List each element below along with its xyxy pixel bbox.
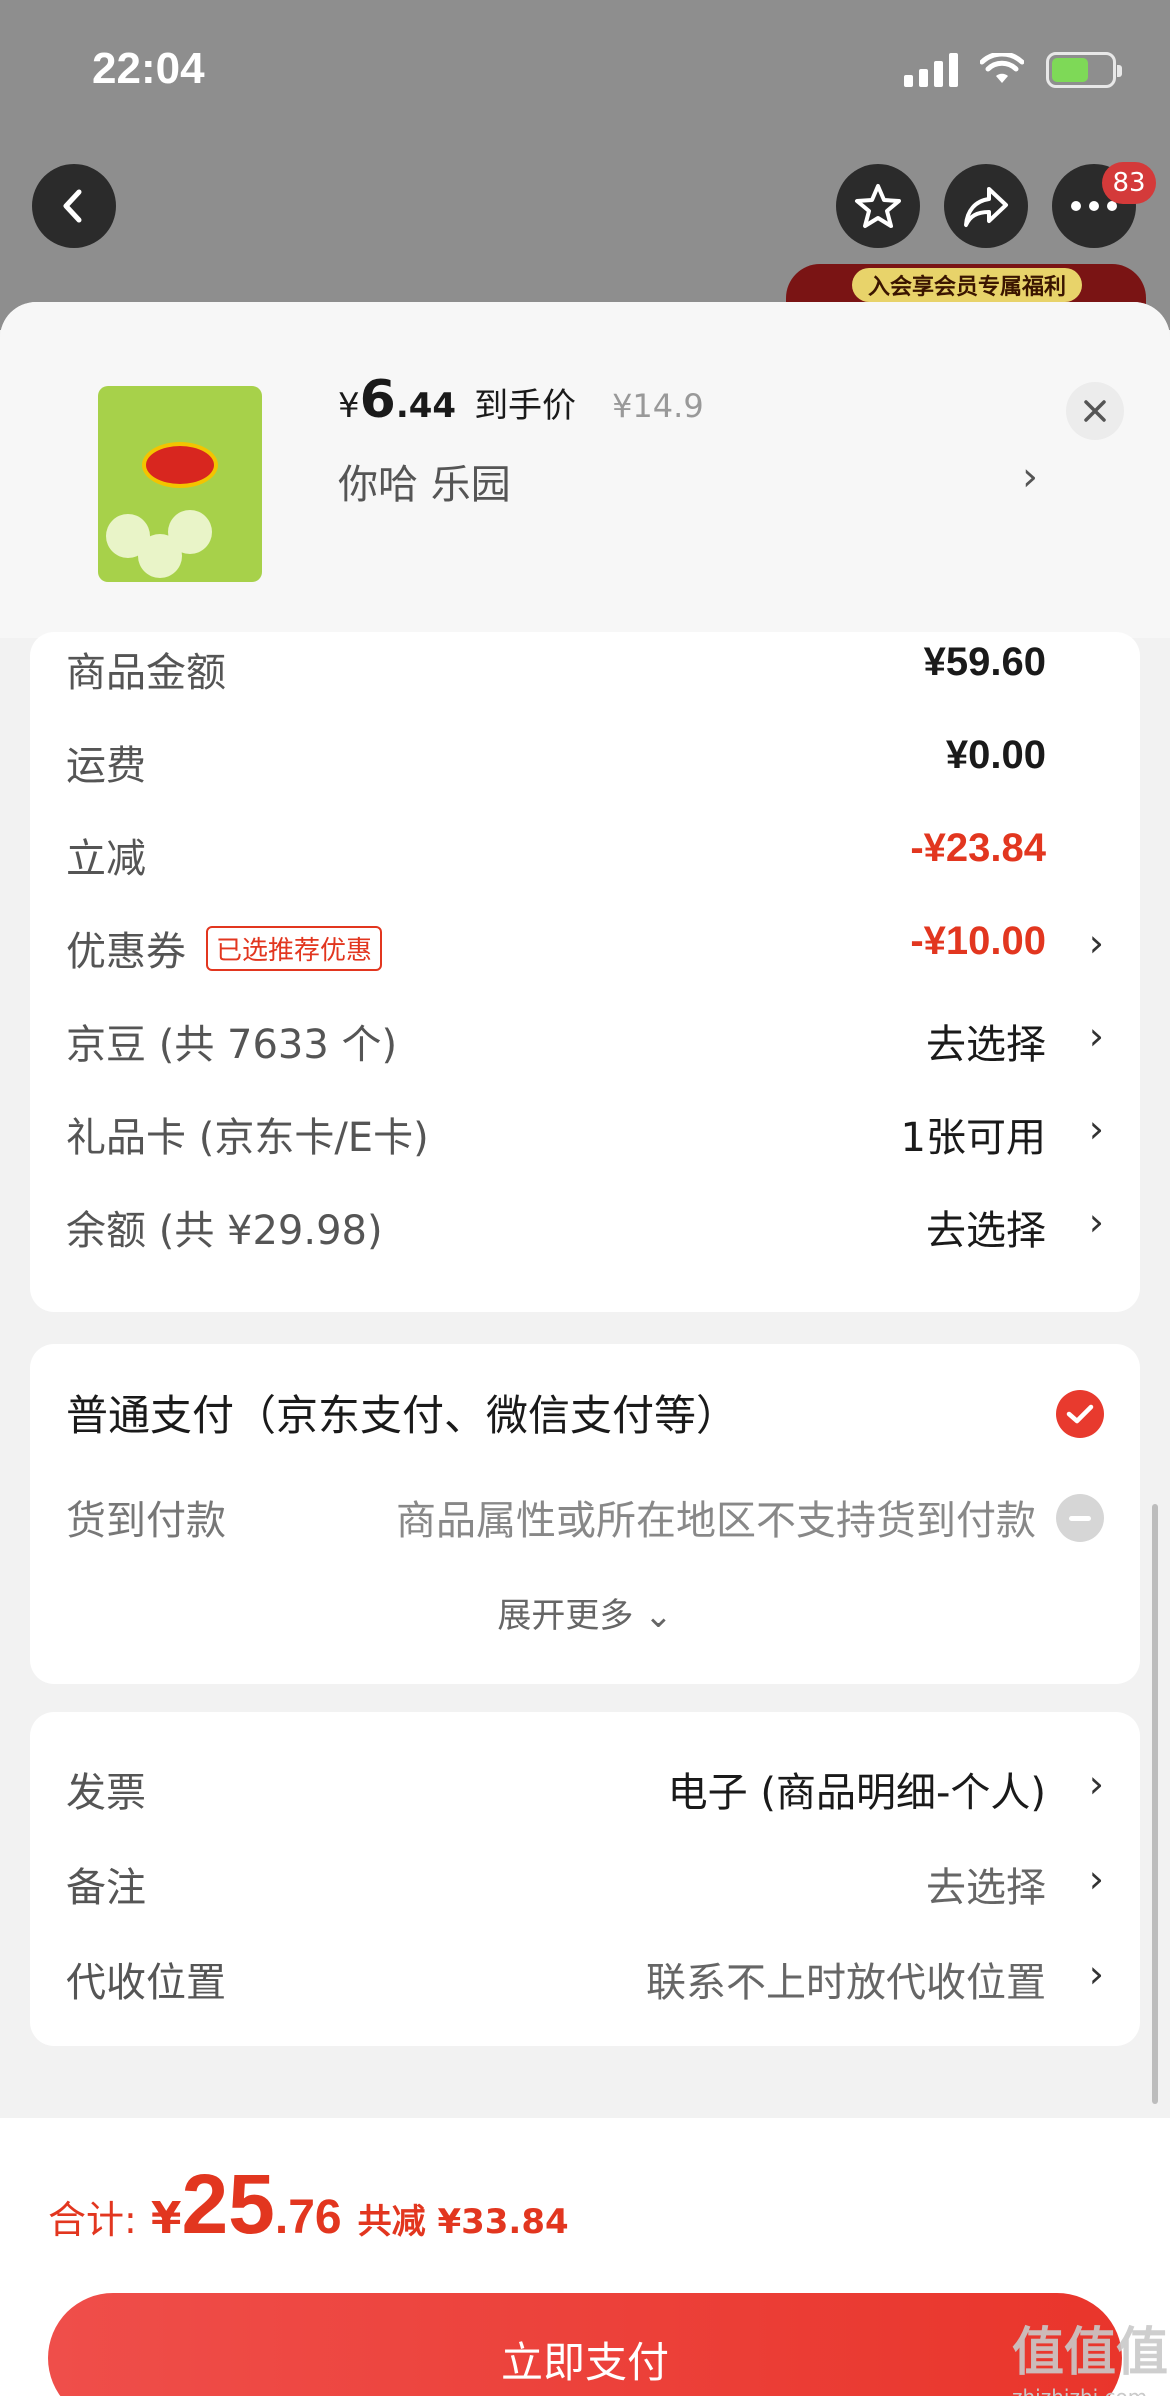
row-goods-amount: 商品金额 ¥59.60 (30, 632, 1140, 702)
amount-summary-card: 商品金额 ¥59.60 运费 ¥0.00 立减 -¥23.84 优惠券 已选推荐优… (30, 632, 1140, 1312)
share-button[interactable] (944, 164, 1028, 248)
order-total: 合计: ¥ 25 .76 共减 ¥33.84 (48, 2156, 569, 2253)
row-label: 礼品卡 (京东卡/E卡) (66, 1115, 429, 1161)
payment-option-normal[interactable]: 普通支付（京东支付、微信支付等） (66, 1382, 738, 1443)
row-value: 联系不上时放代收位置 (646, 1960, 1046, 2006)
chevron-right-icon: › (1088, 1762, 1104, 1806)
chevron-left-icon (63, 189, 82, 223)
price-decimal: .44 (395, 386, 457, 426)
favorite-button[interactable] (836, 164, 920, 248)
back-button[interactable] (32, 164, 116, 248)
price-symbol: ¥ (338, 386, 360, 426)
row-shipping: 运费 ¥0.00 (30, 725, 1140, 795)
watermark-site: zhizhizhi.com (1012, 2385, 1168, 2396)
close-button[interactable] (1066, 382, 1124, 440)
price-integer: 6 (359, 370, 396, 430)
disabled-icon (1056, 1494, 1104, 1542)
coupon-label: 优惠券 (66, 929, 186, 975)
row-value: 去选择 (926, 1208, 1046, 1254)
total-integer: 25 (181, 2157, 275, 2251)
close-icon (1084, 400, 1106, 422)
wifi-icon (980, 53, 1024, 83)
original-price: ¥14.9 (612, 387, 704, 425)
row-label: 备注 (66, 1865, 146, 1911)
order-extras-card: 发票 电子 (商品明细-个人) › 备注 去选择 › 代收位置 联系不上时放代收… (30, 1712, 1140, 2046)
watermark-logo: 值值值 (1012, 2323, 1169, 2383)
signal-icon (904, 53, 958, 87)
row-invoice[interactable]: 发票 电子 (商品明细-个人) › (30, 1752, 1140, 1822)
row-value: -¥23.84 (910, 826, 1046, 870)
payment-option-cod: 货到付款 (66, 1498, 226, 1544)
checkout-footer: 合计: ¥ 25 .76 共减 ¥33.84 立即支付 (0, 2118, 1170, 2396)
row-value: ¥0.00 (945, 733, 1046, 777)
row-proxy-location[interactable]: 代收位置 联系不上时放代收位置 › (30, 1942, 1140, 2012)
total-symbol: ¥ (150, 2193, 182, 2244)
chevron-right-icon: › (1088, 1200, 1104, 1244)
row-remark[interactable]: 备注 去选择 › (30, 1847, 1140, 1917)
member-banner-text: 入会享会员专属福利 (852, 268, 1082, 302)
share-icon (964, 187, 1008, 227)
brand-logo (142, 442, 218, 488)
chevron-right-icon: › (1088, 921, 1104, 965)
row-value: ¥59.60 (923, 640, 1046, 684)
chevron-right-icon: › (1088, 1107, 1104, 1151)
total-label: 合计: (48, 2198, 137, 2242)
status-icons (904, 52, 1122, 88)
row-label: 立减 (66, 836, 146, 882)
total-decimal: .76 (274, 2191, 342, 2244)
row-balance[interactable]: 余额 (共 ¥29.98) 去选择 › (30, 1190, 1140, 1260)
row-coupon[interactable]: 优惠券 已选推荐优惠 -¥10.00 › (30, 911, 1140, 981)
pay-now-button[interactable]: 立即支付 (48, 2293, 1122, 2396)
row-label: 发票 (66, 1770, 146, 1816)
spec-chevron-icon[interactable]: › (1022, 454, 1038, 500)
cod-unavailable-note: 商品属性或所在地区不支持货到付款 (396, 1498, 1036, 1544)
checkmark-icon[interactable] (1056, 1390, 1104, 1438)
status-time: 22:04 (92, 44, 205, 93)
row-label: 余额 (共 ¥29.98) (66, 1208, 383, 1254)
row-label: 商品金额 (66, 650, 226, 696)
product-spec[interactable]: 你哈 乐园 (338, 452, 511, 510)
coupon-selected-tag: 已选推荐优惠 (206, 925, 383, 971)
row-value: 1张可用 (900, 1115, 1046, 1161)
row-label: 京豆 (共 7633 个) (66, 1022, 398, 1068)
row-value: -¥10.00 (910, 919, 1046, 963)
row-value: 去选择 (926, 1865, 1046, 1911)
status-bar: 22:04 (0, 0, 1170, 150)
row-gift-card[interactable]: 礼品卡 (京东卡/E卡) 1张可用 › (30, 1097, 1140, 1167)
checkout-sheet: ¥ 6 .44 到手价 ¥14.9 你哈 乐园 › 商品金额 ¥59.60 运费… (0, 302, 1170, 2396)
scrollbar[interactable] (1152, 1504, 1158, 2104)
row-value: 电子 (商品明细-个人) (667, 1770, 1046, 1816)
product-price: ¥ 6 .44 到手价 ¥14.9 (338, 370, 704, 430)
expand-more-button[interactable]: 展开更多 ⌄ (30, 1588, 1140, 1637)
row-instant-discount: 立减 -¥23.84 (30, 818, 1140, 888)
message-count-badge: 83 (1102, 162, 1156, 204)
row-jingdou[interactable]: 京豆 (共 7633 个) 去选择 › (30, 1004, 1140, 1074)
total-saved: 共减 ¥33.84 (357, 2202, 569, 2242)
row-label: 代收位置 (66, 1960, 226, 2006)
row-label: 优惠券 已选推荐优惠 (66, 919, 383, 977)
chevron-right-icon: › (1088, 1857, 1104, 1901)
chevron-right-icon: › (1088, 1014, 1104, 1058)
row-value: 去选择 (926, 1022, 1046, 1068)
price-label: 到手价 (474, 386, 577, 426)
battery-icon (1046, 52, 1122, 88)
payment-method-card: 普通支付（京东支付、微信支付等） 货到付款 商品属性或所在地区不支持货到付款 展… (30, 1344, 1140, 1684)
chevron-right-icon: › (1088, 1952, 1104, 1996)
row-label: 运费 (66, 743, 146, 789)
product-image (98, 386, 262, 582)
site-watermark: 值值值 zhizhizhi.com (1012, 2310, 1168, 2396)
product-header: ¥ 6 .44 到手价 ¥14.9 你哈 乐园 › (0, 302, 1170, 638)
star-icon (855, 184, 901, 228)
